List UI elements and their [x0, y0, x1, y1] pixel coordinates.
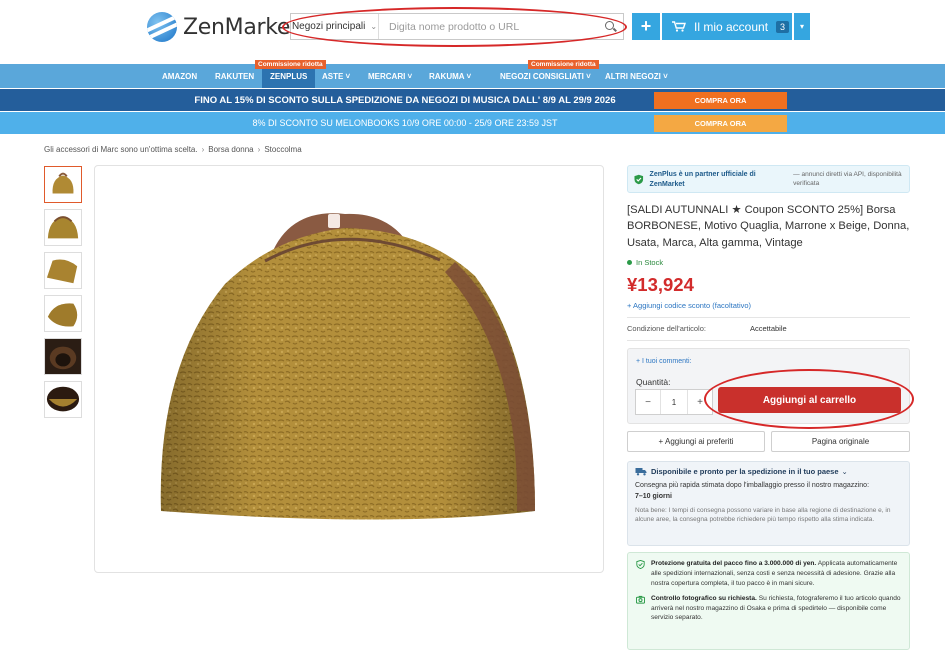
shield-check-icon: [634, 174, 644, 185]
shipping-days: 7–10 giorni: [635, 492, 672, 500]
shipping-estimate: Consegna più rapida stimata dopo l'imbal…: [635, 481, 902, 502]
divider: [627, 340, 910, 341]
product-title: [SALDI AUTUNNALI ★ Coupon SCONTO 25%] Bo…: [627, 204, 910, 249]
package-protection-text: Protezione gratuita del pacco fino a 3.0…: [651, 560, 898, 587]
nav-item-negozi-consigliati[interactable]: Commissione ridotta NEGOZI CONSIGLIATI ˅: [500, 60, 599, 88]
quantity-label: Quantità:: [636, 377, 671, 387]
cart-count-badge: 3: [776, 20, 790, 33]
add-to-cart-panel: + I tuoi commenti: Quantità: − 1 + Aggiu…: [627, 348, 910, 424]
quantity-stepper: − 1 +: [635, 389, 713, 415]
logo-globe-icon: [147, 12, 177, 42]
condition-value: Accettabile: [749, 324, 787, 333]
site-header: ZenMarket Negozi principali ⌄ + Il mio a…: [0, 0, 945, 62]
breadcrumb-separator: ›: [201, 145, 205, 154]
partner-note-text: — annunci diretti via API, disponibilità…: [793, 171, 902, 188]
buy-now-button[interactable]: COMPRA ORA: [654, 114, 787, 132]
shipping-header[interactable]: Disponibile e pronto per la spedizione i…: [635, 467, 902, 476]
add-discount-code-link[interactable]: + Aggiungi codice sconto (facoltativo): [627, 301, 751, 310]
product-price: ¥13,924: [627, 274, 694, 295]
chevron-down-icon: ⌄: [841, 467, 848, 476]
stock-label: In Stock: [636, 258, 664, 267]
item-condition: Condizione dell'articolo: Accettabile: [627, 324, 787, 333]
photo-check-row: Controllo fotografico su richiesta. Su r…: [636, 594, 901, 624]
shield-check-icon: [636, 560, 645, 569]
shipping-estimate-text: Consegna più rapida stimata dopo l'imbal…: [635, 482, 870, 489]
photo-check-text: Controllo fotografico su richiesta. Su r…: [651, 594, 901, 622]
stock-status: In Stock: [627, 258, 663, 267]
shipping-info: Disponibile e pronto per la spedizione i…: [627, 461, 910, 546]
search-bar: Negozi principali ⌄: [290, 13, 624, 40]
breadcrumb-item[interactable]: Borsa donna: [208, 145, 253, 154]
chevron-down-icon: ⌄: [370, 22, 378, 31]
original-page-button[interactable]: Pagina originale: [771, 431, 910, 452]
nav-item-aste[interactable]: ASTE ˅: [322, 64, 350, 88]
thumbnail-angle[interactable]: [44, 252, 82, 289]
nav-item-zenplus[interactable]: Commissione ridotta ZENPLUS: [255, 60, 326, 88]
handbag-photo: [160, 213, 535, 520]
account-dropdown-button[interactable]: ▾: [794, 13, 810, 40]
main-nav: AMAZON RAKUTEN Commissione ridotta ZENPL…: [0, 60, 945, 88]
nav-item-amazon[interactable]: AMAZON: [162, 64, 197, 88]
search-scope-label: Negozi principali: [291, 21, 366, 32]
add-to-favorites-button[interactable]: + Aggiungi ai preferiti: [627, 431, 765, 452]
shipping-note: Nota bene: I tempi di consegna possono v…: [635, 507, 891, 524]
header-buttons: + Il mio account 3 ▾: [632, 13, 810, 40]
thumbnail-inside-detail[interactable]: [44, 381, 82, 418]
package-protection-row: Protezione gratuita del pacco fino a 3.0…: [636, 559, 901, 589]
promo-banner-melonbooks: 8% DI SCONTO SU MELONBOOKS 10/9 ORE 00:0…: [0, 112, 945, 134]
breadcrumb-item[interactable]: Gli accessori di Marc sono un'ottima sce…: [44, 145, 198, 154]
nav-item-rakuma[interactable]: RAKUMA ˅: [429, 64, 471, 88]
promo-banner-music: FINO AL 15% DI SCONTO SULLA SPEDIZIONE D…: [0, 89, 945, 111]
partner-main-text: ZenPlus è un partner ufficiale di ZenMar…: [649, 171, 756, 189]
account-label: Il mio account: [694, 19, 769, 34]
truck-icon: [635, 468, 647, 476]
nav-item-rakuten[interactable]: RAKUTEN: [215, 64, 254, 88]
shipping-header-text: Disponibile e pronto per la spedizione i…: [651, 467, 839, 476]
cart-icon: [672, 21, 686, 32]
camera-icon: [636, 595, 645, 604]
buy-now-button[interactable]: COMPRA ORA: [654, 91, 787, 109]
breadcrumb: Gli accessori di Marc sono un'ottima sce…: [44, 145, 302, 154]
search-input[interactable]: [379, 14, 605, 39]
in-stock-dot-icon: [627, 260, 632, 265]
logo-text: ZenMarket: [183, 14, 299, 40]
account-button[interactable]: Il mio account 3: [662, 13, 792, 40]
search-scope-select[interactable]: Negozi principali ⌄: [291, 14, 379, 39]
search-icon[interactable]: [605, 20, 617, 33]
reduced-fee-tag: Commissione ridotta: [255, 60, 326, 69]
increase-quantity-button[interactable]: +: [688, 390, 712, 414]
thumbnail-strip: [44, 166, 84, 424]
thumbnail-interior[interactable]: [44, 338, 82, 375]
decrease-quantity-button[interactable]: −: [636, 390, 660, 414]
thumbnail-front[interactable]: [44, 166, 82, 203]
breadcrumb-separator: ›: [257, 145, 261, 154]
breadcrumb-item[interactable]: Stoccolma: [264, 145, 301, 154]
divider: [627, 317, 910, 318]
condition-label: Condizione dell'articolo:: [627, 324, 706, 333]
add-to-cart-button[interactable]: Aggiungi al carrello: [718, 387, 901, 413]
reduced-fee-tag: Commissione ridotta: [528, 60, 599, 69]
thumbnail-side[interactable]: [44, 209, 82, 246]
zenmarket-logo[interactable]: ZenMarket: [147, 12, 299, 42]
protection-info: Protezione gratuita del pacco fino a 3.0…: [627, 552, 910, 650]
plus-button[interactable]: +: [632, 13, 660, 40]
product-main-image[interactable]: [94, 165, 604, 573]
nav-item-mercari[interactable]: MERCARI ˅: [368, 64, 412, 88]
partner-notice: ZenPlus è un partner ufficiale di ZenMar…: [627, 165, 910, 193]
nav-item-altri-negozi[interactable]: ALTRI NEGOZI ˅: [605, 64, 668, 88]
quantity-value[interactable]: 1: [660, 390, 688, 414]
your-comments-link[interactable]: + I tuoi commenti:: [636, 358, 691, 365]
thumbnail-bottom[interactable]: [44, 295, 82, 332]
